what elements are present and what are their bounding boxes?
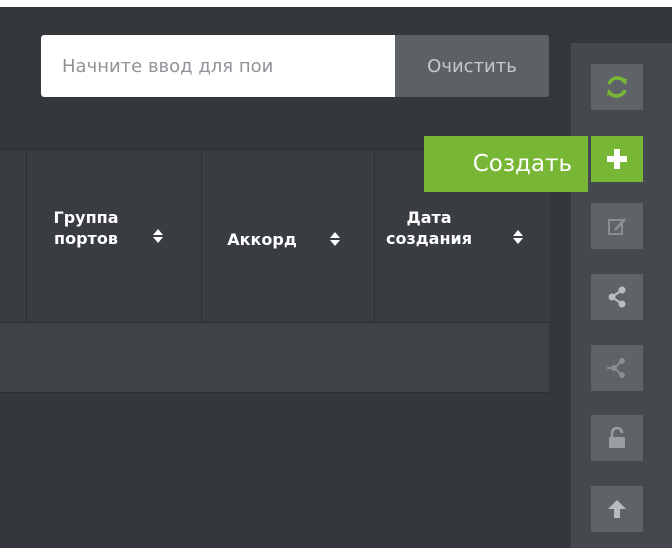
refresh-icon	[607, 76, 627, 98]
arrow-up-icon	[608, 500, 626, 518]
right-toolbar	[571, 43, 672, 548]
share-icon	[608, 286, 626, 308]
edit-button[interactable]	[591, 203, 643, 249]
edit-icon	[608, 218, 626, 235]
column-header-label: Дата создания	[385, 208, 473, 248]
sort-icon	[330, 232, 340, 246]
column-header-label: Аккорд	[227, 230, 297, 249]
share-button[interactable]	[591, 274, 643, 320]
refresh-button[interactable]	[591, 64, 643, 110]
upload-button[interactable]	[591, 486, 643, 532]
unlock-icon	[609, 427, 625, 448]
create-button[interactable]	[591, 136, 643, 182]
unshare-button[interactable]	[591, 345, 643, 391]
column-header-label: Группа портов	[53, 208, 119, 248]
sort-icon	[513, 230, 523, 244]
column-header-chord[interactable]: Аккорд	[201, 150, 374, 322]
clear-button[interactable]: Очистить	[395, 35, 549, 97]
search-input[interactable]	[41, 35, 395, 97]
column-header-port-group[interactable]: Группа портов	[26, 150, 201, 322]
unshare-icon	[607, 358, 625, 378]
sort-icon	[153, 229, 163, 243]
plus-icon	[607, 149, 627, 169]
unlock-button[interactable]	[591, 415, 643, 461]
create-tooltip: Создать	[424, 136, 588, 192]
top-strip	[0, 0, 672, 7]
app-window: Очистить Группа портов Аккорд Дата созда…	[0, 0, 672, 548]
table-row[interactable]	[0, 323, 549, 393]
search-bar: Очистить	[41, 35, 549, 97]
